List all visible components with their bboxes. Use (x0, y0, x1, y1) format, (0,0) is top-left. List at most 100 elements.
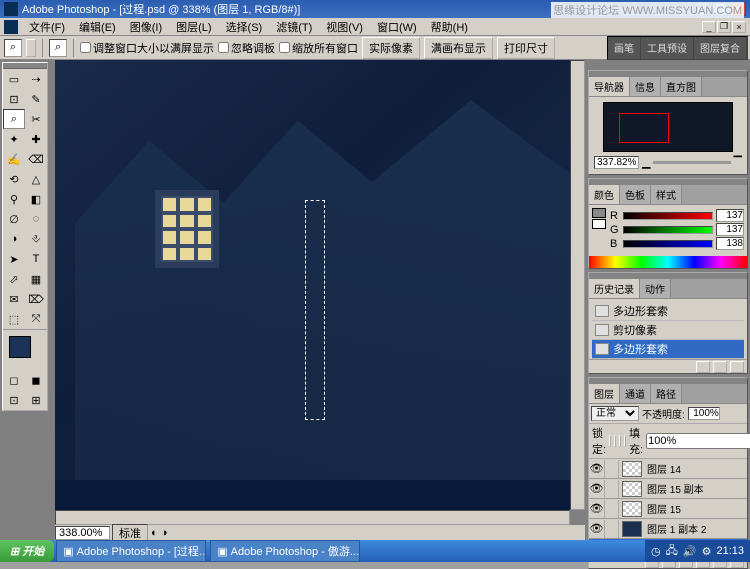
color-spectrum[interactable] (589, 256, 747, 268)
visibility-eye-icon[interactable]: 👁 (589, 480, 605, 498)
tool-1[interactable]: ⇢ (25, 69, 47, 89)
opacity-input[interactable] (688, 407, 720, 420)
r-slider[interactable] (623, 212, 713, 220)
layer-row[interactable]: 👁 图层 1 副本 2 (589, 519, 747, 539)
print-size-button[interactable]: 打印尺寸 (497, 37, 555, 59)
tool-19[interactable]: T (25, 249, 47, 269)
layer-thumbnail[interactable] (622, 461, 642, 477)
layer-name[interactable]: 图层 1 副本 2 (645, 519, 747, 538)
tool-preset-dropdown[interactable] (26, 39, 36, 57)
screen-mode-button[interactable]: ⊡ (3, 390, 25, 410)
tool-11[interactable]: △ (25, 169, 47, 189)
screen-mode-button[interactable]: ◻ (3, 370, 25, 390)
current-tool-icon[interactable]: ⌕ (4, 39, 22, 57)
menu-filter[interactable]: 滤镜(T) (270, 18, 318, 36)
link-icon[interactable] (605, 480, 619, 498)
tab-color[interactable]: 颜色 (589, 185, 620, 204)
zoom-in-icon[interactable]: ⌕ (49, 39, 67, 57)
tool-25[interactable]: ⤧ (25, 309, 47, 329)
history-item[interactable]: 剪切像素 (592, 321, 744, 340)
tray-icon[interactable]: ◷ (651, 545, 661, 558)
zoom-all-checkbox[interactable]: 缩放所有窗口 (279, 40, 358, 56)
tool-0[interactable]: ▭ (3, 69, 25, 89)
screen-mode-button[interactable]: ◼ (25, 370, 47, 390)
fit-screen-button[interactable]: 满画布显示 (424, 37, 493, 59)
bg-swatch[interactable] (592, 219, 606, 229)
tray-icon[interactable]: 🔊 (683, 545, 697, 558)
tool-17[interactable]: ⎀ (25, 229, 47, 249)
canvas[interactable] (55, 60, 570, 510)
clock[interactable]: 21:13 (716, 545, 744, 557)
navigator-zoom-input[interactable] (594, 156, 639, 169)
tool-2[interactable]: ⊡ (3, 89, 25, 109)
menu-help[interactable]: 帮助(H) (425, 18, 474, 36)
menu-file[interactable]: 文件(F) (23, 18, 71, 36)
tab-info[interactable]: 信息 (630, 77, 661, 96)
tray-icon[interactable]: 🖧 (666, 542, 678, 561)
layer-row[interactable]: 👁 图层 15 (589, 499, 747, 519)
tab-navigator[interactable]: 导航器 (589, 77, 630, 96)
tool-14[interactable]: ∅ (3, 209, 25, 229)
tool-9[interactable]: ⌫ (25, 149, 47, 169)
tool-8[interactable]: ✍ (3, 149, 25, 169)
color-swatches[interactable] (592, 208, 606, 251)
tab-styles[interactable]: 样式 (651, 185, 682, 204)
tool-6[interactable]: ✦ (3, 129, 25, 149)
tool-18[interactable]: ➤ (3, 249, 25, 269)
layer-name[interactable]: 图层 15 (645, 499, 747, 518)
visibility-eye-icon[interactable]: 👁 (589, 460, 605, 478)
menu-image[interactable]: 图像(I) (124, 18, 168, 36)
b-slider[interactable] (623, 240, 713, 248)
layer-row[interactable]: 👁 图层 14 (589, 459, 747, 479)
taskbar-task[interactable]: ▣Adobe Photoshop - [过程... (56, 540, 206, 562)
tab-swatches[interactable]: 色板 (620, 185, 651, 204)
history-delete-button[interactable] (730, 361, 744, 373)
layer-name[interactable]: 图层 14 (645, 459, 747, 478)
tool-22[interactable]: ✉ (3, 289, 25, 309)
vertical-scrollbar[interactable] (570, 60, 585, 510)
layer-thumbnail[interactable] (622, 521, 642, 537)
menu-view[interactable]: 视图(V) (320, 18, 369, 36)
tool-15[interactable]: ◌ (25, 209, 47, 229)
start-button[interactable]: ⊞ 开始 (0, 540, 54, 562)
tool-7[interactable]: ✚ (25, 129, 47, 149)
tab-paths[interactable]: 路径 (651, 384, 682, 403)
tool-10[interactable]: ⟲ (3, 169, 25, 189)
history-new-button[interactable] (713, 361, 727, 373)
tool-4[interactable]: ⌕ (3, 109, 25, 129)
taskbar-task[interactable]: ▣Adobe Photoshop - 傲游... (210, 540, 360, 562)
navigator-zoom-slider[interactable] (653, 161, 730, 164)
tool-24[interactable]: ⬚ (3, 309, 25, 329)
r-input[interactable] (716, 209, 744, 222)
tab-layers[interactable]: 图层 (589, 384, 620, 403)
layer-name[interactable]: 图层 15 副本 (645, 479, 747, 498)
g-input[interactable] (716, 223, 744, 236)
blend-mode-select[interactable]: 正常 (591, 406, 639, 421)
tab-channels[interactable]: 通道 (620, 384, 651, 403)
lock-pixels-icon[interactable] (614, 435, 616, 447)
g-slider[interactable] (623, 226, 713, 234)
system-tray[interactable]: ◷ 🖧 🔊 ⚙ 21:13 (645, 540, 750, 562)
navigator-thumbnail[interactable] (603, 102, 733, 152)
navigator-viewbox[interactable] (619, 113, 669, 143)
menu-layer[interactable]: 图层(L) (170, 18, 217, 36)
tray-icon[interactable]: ⚙ (702, 545, 712, 558)
tool-3[interactable]: ✎ (25, 89, 47, 109)
visibility-eye-icon[interactable]: 👁 (589, 520, 605, 538)
history-snapshot-button[interactable] (696, 361, 710, 373)
mdi-restore[interactable]: ❐ (717, 21, 731, 33)
tab-histogram[interactable]: 直方图 (661, 77, 702, 96)
tool-21[interactable]: ▦ (25, 269, 47, 289)
fill-input[interactable] (646, 433, 750, 449)
visibility-eye-icon[interactable]: 👁 (589, 500, 605, 518)
lock-all-icon[interactable] (624, 435, 626, 447)
tab-actions[interactable]: 动作 (640, 279, 671, 298)
well-tab-tool-presets[interactable]: 工具预设 (641, 37, 694, 59)
lock-transparency-icon[interactable] (609, 435, 611, 447)
history-item[interactable]: 多边形套索 (592, 340, 744, 359)
menu-select[interactable]: 选择(S) (220, 18, 269, 36)
mdi-minimize[interactable]: _ (702, 21, 716, 33)
mdi-close[interactable]: × (732, 21, 746, 33)
layer-thumbnail[interactable] (622, 501, 642, 517)
layer-row[interactable]: 👁 图层 15 副本 (589, 479, 747, 499)
